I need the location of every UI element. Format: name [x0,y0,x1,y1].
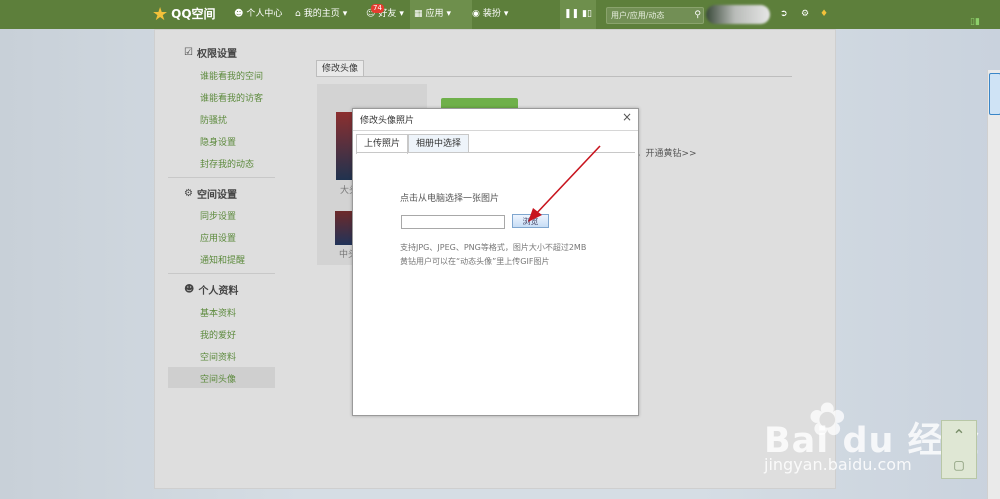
sidebar-item-hobbies[interactable]: 我的爱好 [200,328,236,341]
top-navigation-bar: ★ QQ空间 ☻ 个人中心 ⌂ 我的主页 ▾ ☺ 74 好友 ▾ ▦ 应用 ▾ … [0,0,1000,29]
sidebar-item-archive-feeds[interactable]: 封存我的动态 [200,157,254,170]
section-title: 个人资料 [198,286,239,297]
sidebar-divider [168,177,275,178]
format-hint: 支持JPG、JPEG、PNG等格式，图片大小不超过2MB [400,243,587,252]
nav-label: 装扮 [482,9,501,19]
sidebar-item-notifications[interactable]: 通知和提醒 [200,253,245,266]
feedback-button[interactable]: ▢ [941,452,977,479]
close-icon[interactable]: × [622,110,632,124]
chevron-down-icon: ▾ [446,9,452,19]
sidebar-item-app-settings[interactable]: 应用设置 [200,231,236,244]
nav-my-homepage[interactable]: ⌂ 我的主页 ▾ [291,0,351,29]
scrollbar-track[interactable] [987,70,1000,499]
sidebar-section-privacy[interactable]: ☑ 权限设置 [184,45,237,60]
gear-icon[interactable]: ⚙ [797,0,813,29]
avatar[interactable] [706,5,770,24]
sidebar-item-basic-info[interactable]: 基本资料 [200,306,236,319]
lock-icon: ☑ [184,47,193,58]
nav-label: 个人中心 [246,9,283,19]
section-title: 权限设置 [196,49,237,60]
scrollbar-thumb[interactable] [989,73,1000,115]
sidebar-item-who-can-see-visitors[interactable]: 谁能看我的访客 [200,91,263,104]
qzone-logo[interactable]: ★ QQ空间 [152,0,216,29]
sidebar-item-space-avatar[interactable]: 空间头像 [200,372,236,385]
tab-choose-from-album[interactable]: 相册中选择 [408,134,470,153]
nav-personal-center[interactable]: ☻ 个人中心 [230,0,286,29]
file-path-field[interactable] [401,215,505,229]
search-box: ⚲ [606,7,704,24]
dialog-title: 修改头像照片 [360,116,415,126]
profile-icon: ☻ [184,284,195,295]
search-input[interactable] [609,8,687,23]
signal-icon: ▯▮ [970,17,980,27]
notification-badge: 74 [371,4,384,13]
chevron-down-icon: ▾ [342,9,348,19]
nav-label: 我的主页 [303,9,340,19]
sidebar-item-invisible-settings[interactable]: 隐身设置 [200,135,236,148]
grid-icon: ▦ [414,9,423,19]
home-icon: ⌂ [295,9,301,19]
annotation-arrow [528,145,601,222]
sidebar-section-space-settings[interactable]: ⚙ 空间设置 [184,186,237,201]
gif-hint: 黄钻用户可以在“动态头像”里上传GIF图片 [400,257,550,266]
logo-text: QQ空间 [171,7,216,21]
sidebar-section-profile[interactable]: ☻ 个人资料 [184,282,238,297]
tab-upload-photo[interactable]: 上传照片 [356,134,409,154]
upload-prompt: 点击从电脑选择一张图片 [400,194,500,204]
nav-label: 应用 [425,9,444,19]
nav-apps[interactable]: ▦ 应用 ▾ [410,0,472,29]
nav-friends[interactable]: ☺ 74 好友 ▾ [362,0,408,29]
tab-underline [316,76,792,77]
arrow-shaft [533,145,601,217]
watermark-url: jingyan.baidu.com [764,455,912,474]
section-title: 空间设置 [196,190,237,201]
nav-decoration[interactable]: ◉ 装扮 ▾ [468,0,512,29]
diamond-icon[interactable]: ♦ [816,0,832,29]
sidebar-divider [168,273,275,274]
sidebar-item-anti-harassment[interactable]: 防骚扰 [200,113,227,126]
open-yellow-diamond-link[interactable]: ），开通黄钻>> [632,146,697,159]
logout-icon[interactable]: ➲ [776,0,792,29]
chevron-down-icon: ▾ [503,9,509,19]
sidebar-item-space-info[interactable]: 空间资料 [200,350,236,363]
person-icon: ☻ [234,9,244,19]
music-player-control[interactable]: ❚❚ ▮▯ [560,0,596,29]
sidebar-item-sync-settings[interactable]: 同步设置 [200,209,236,222]
search-icon[interactable]: ⚲ [694,8,701,23]
sidebar-item-who-can-see-space[interactable]: 谁能看我的空间 [200,69,263,82]
pause-icon: ❚❚ [564,9,580,19]
tab-change-avatar[interactable]: 修改头像 [316,60,365,77]
settings-icon: ⚙ [184,188,193,199]
back-to-top-button[interactable]: ⌃ [941,420,977,454]
star-icon: ★ [152,4,169,25]
tshirt-icon: ◉ [472,9,480,19]
equalizer-icon: ▮▯ [582,9,592,19]
chevron-down-icon: ▾ [399,9,404,19]
dialog-divider [353,130,638,131]
